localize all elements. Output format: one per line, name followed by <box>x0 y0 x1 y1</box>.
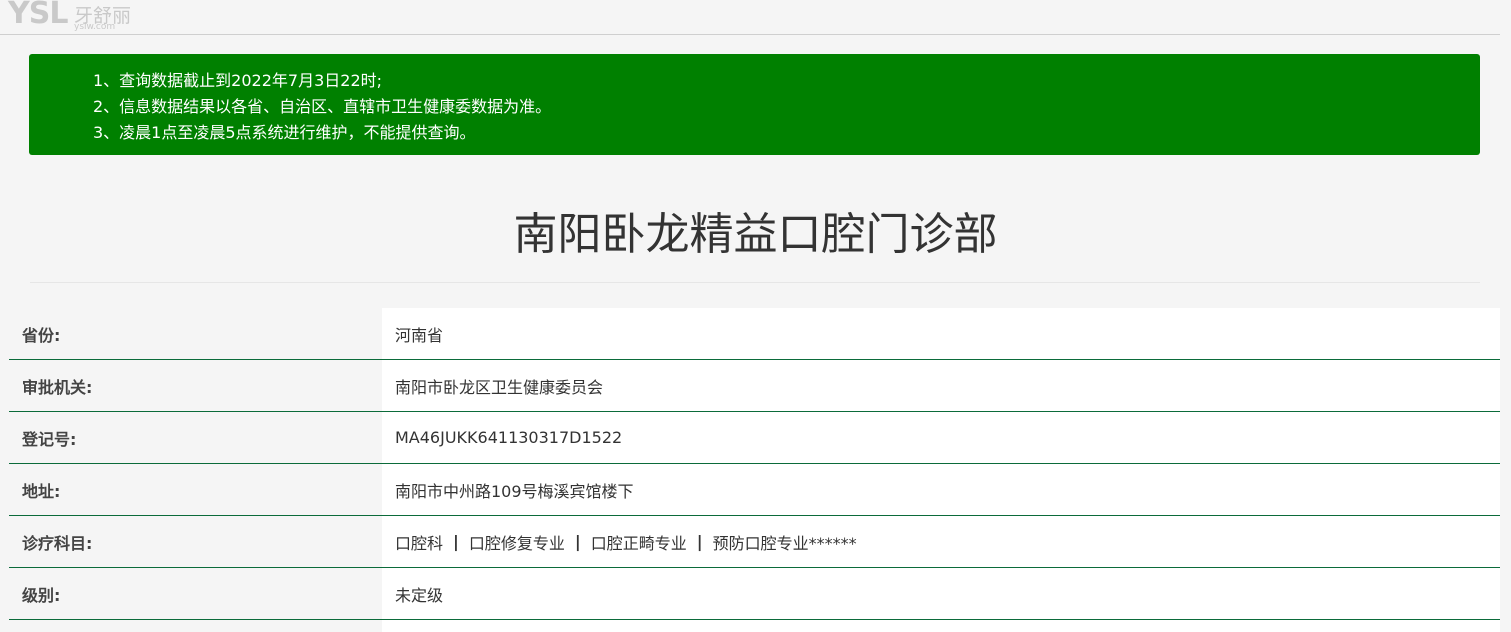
partial-label-cell <box>9 620 382 632</box>
table-row-registration: 登记号: MA46JUKK641130317D1522 <box>9 412 1500 464</box>
registration-value: MA46JUKK641130317D1522 <box>382 412 1500 463</box>
table-row-partial <box>9 620 1500 632</box>
subject-separator: | <box>574 532 581 551</box>
subjects-label: 诊疗科目: <box>9 516 382 567</box>
logo-text: YSL <box>8 0 68 31</box>
table-row-authority: 审批机关: 南阳市卧龙区卫生健康委员会 <box>9 360 1500 412</box>
registration-label: 登记号: <box>9 412 382 463</box>
subject-separator: | <box>453 532 459 551</box>
info-table: 省份: 河南省 审批机关: 南阳市卧龙区卫生健康委员会 登记号: MA46JUK… <box>9 308 1500 632</box>
province-label: 省份: <box>9 308 382 359</box>
subject-item: 口腔正畸专业 <box>590 533 687 553</box>
top-bar: YSL 牙舒丽 yslw.com <box>0 0 1500 35</box>
authority-value: 南阳市卧龙区卫生健康委员会 <box>382 360 1500 411</box>
partial-value-cell <box>382 620 1500 632</box>
subject-item: 口腔修复专业 <box>468 533 565 553</box>
level-label: 级别: <box>9 568 382 619</box>
page-title: 南阳卧龙精益口腔门诊部 <box>513 209 998 260</box>
notice-line-1: 1、查询数据截止到2022年7月3日22时; <box>93 71 383 90</box>
table-row-address: 地址: 南阳市中州路109号梅溪宾馆楼下 <box>9 464 1500 516</box>
table-row-level: 级别: 未定级 <box>9 568 1500 620</box>
table-row-subjects: 诊疗科目: 口腔科 | 口腔修复专业 | 口腔正畸专业 | 预防口腔专业****… <box>9 516 1500 568</box>
address-value: 南阳市中州路109号梅溪宾馆楼下 <box>382 464 1500 515</box>
logo-url-text: yslw.com <box>74 22 116 32</box>
subject-item: 预防口腔专业****** <box>712 533 857 553</box>
notice-banner: 1、查询数据截止到2022年7月3日22时; 2、信息数据结果以各省、自治区、直… <box>29 54 1480 155</box>
subjects-value: 口腔科 | 口腔修复专业 | 口腔正畸专业 | 预防口腔专业****** <box>382 516 1500 567</box>
level-value: 未定级 <box>382 568 1500 619</box>
address-label: 地址: <box>9 464 382 515</box>
authority-label: 审批机关: <box>9 360 382 411</box>
province-value: 河南省 <box>382 308 1500 359</box>
notice-line-2: 2、信息数据结果以各省、自治区、直辖市卫生健康委数据为准。 <box>93 97 552 116</box>
subject-separator: | <box>696 532 703 551</box>
subject-item: 口腔科 <box>395 533 444 553</box>
table-row-province: 省份: 河南省 <box>9 308 1500 360</box>
notice-line-3: 3、凌晨1点至凌晨5点系统进行维护，不能提供查询。 <box>93 123 476 142</box>
title-divider <box>30 282 1480 283</box>
